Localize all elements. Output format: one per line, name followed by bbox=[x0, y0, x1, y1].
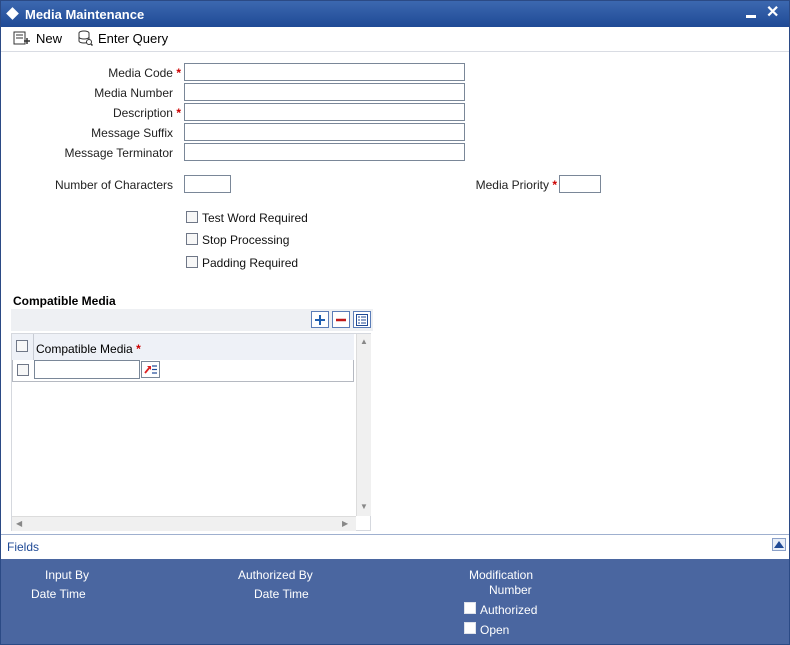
delete-row-button[interactable] bbox=[332, 311, 350, 328]
scroll-right-icon[interactable]: ▶ bbox=[342, 519, 348, 528]
minimize-icon[interactable] bbox=[746, 15, 756, 18]
message-terminator-input[interactable] bbox=[184, 143, 465, 161]
compatible-media-input[interactable] bbox=[34, 360, 140, 379]
media-code-label-text: Media Code bbox=[108, 66, 173, 80]
single-view-button[interactable] bbox=[353, 311, 371, 328]
media-number-input[interactable] bbox=[184, 83, 465, 101]
media-code-label: Media Code * bbox=[41, 66, 181, 80]
required-mark: * bbox=[176, 106, 181, 120]
stop-processing-label: Stop Processing bbox=[202, 233, 290, 247]
message-suffix-label: Message Suffix bbox=[91, 126, 173, 140]
media-priority-label: Media Priority * bbox=[441, 178, 557, 192]
list-view-icon bbox=[356, 313, 368, 326]
plus-icon bbox=[315, 314, 325, 325]
modification-label: Modification bbox=[469, 568, 534, 582]
grid-header: Compatible Media * bbox=[12, 334, 354, 361]
padding-required-checkbox[interactable] bbox=[186, 256, 198, 268]
close-icon[interactable]: ✕ bbox=[766, 4, 779, 22]
horizontal-scrollbar[interactable]: ◀ ▶ bbox=[12, 516, 356, 531]
required-mark: * bbox=[176, 66, 181, 80]
input-date-time-label: Date Time bbox=[31, 587, 86, 601]
description-input[interactable] bbox=[184, 103, 465, 121]
triangle-up-icon bbox=[774, 541, 784, 548]
header-divider bbox=[33, 334, 34, 360]
enter-query-button[interactable]: Enter Query bbox=[77, 29, 168, 47]
open-label: Open bbox=[480, 623, 510, 637]
media-code-input[interactable] bbox=[184, 63, 465, 81]
add-row-button[interactable] bbox=[311, 311, 329, 328]
required-mark: * bbox=[552, 178, 557, 192]
toolbar: New Enter Query bbox=[1, 27, 789, 52]
number-of-characters-input[interactable] bbox=[184, 175, 231, 193]
new-record-icon bbox=[13, 31, 30, 45]
select-all-checkbox[interactable] bbox=[16, 340, 28, 352]
enter-query-label: Enter Query bbox=[98, 30, 169, 46]
new-label: New bbox=[36, 30, 63, 46]
message-terminator-label: Message Terminator bbox=[64, 146, 174, 160]
authorized-label: Authorized bbox=[480, 603, 538, 617]
window-title: Media Maintenance bbox=[25, 7, 145, 22]
minus-icon bbox=[336, 318, 346, 321]
message-suffix-input[interactable] bbox=[184, 123, 465, 141]
window-diamond-icon bbox=[6, 7, 19, 20]
grid-toolbar bbox=[11, 309, 373, 331]
compatible-media-column-header: Compatible Media * bbox=[36, 342, 141, 356]
media-maintenance-window: Media Maintenance ✕ New Enter Query Medi… bbox=[0, 0, 790, 645]
lov-button[interactable] bbox=[141, 361, 160, 378]
test-word-required-label: Test Word Required bbox=[202, 211, 308, 225]
fields-bar: Fields bbox=[1, 534, 789, 560]
vertical-scrollbar[interactable]: ▲ ▼ bbox=[356, 334, 371, 516]
scroll-up-icon[interactable]: ▲ bbox=[360, 337, 368, 346]
authorized-checkbox bbox=[464, 602, 476, 614]
scroll-down-icon[interactable]: ▼ bbox=[360, 502, 368, 511]
open-checkbox bbox=[464, 622, 476, 634]
new-button[interactable]: New bbox=[13, 29, 62, 47]
row-checkbox[interactable] bbox=[17, 364, 29, 376]
stop-processing-checkbox[interactable] bbox=[186, 233, 198, 245]
database-query-icon bbox=[78, 30, 93, 46]
description-label: Description * bbox=[41, 106, 181, 120]
padding-required-label: Padding Required bbox=[202, 256, 299, 270]
table-row bbox=[12, 360, 354, 382]
authorized-by-label: Authorized By bbox=[238, 568, 313, 582]
fields-link[interactable]: Fields bbox=[7, 540, 39, 554]
compatible-media-section-title: Compatible Media bbox=[13, 294, 116, 308]
required-mark: * bbox=[136, 342, 141, 356]
description-label-text: Description bbox=[112, 106, 173, 120]
media-priority-input[interactable] bbox=[559, 175, 601, 193]
authorized-date-time-label: Date Time bbox=[254, 587, 309, 601]
column-header-text: Compatible Media bbox=[36, 342, 133, 356]
audit-footer: Input By Date Time Authorized By Date Ti… bbox=[1, 559, 789, 644]
media-priority-label-text: Media Priority bbox=[475, 178, 549, 192]
collapse-button[interactable] bbox=[772, 538, 786, 551]
number-label: Number bbox=[489, 583, 532, 597]
scroll-left-icon[interactable]: ◀ bbox=[16, 519, 22, 528]
media-number-label: Media Number bbox=[94, 86, 173, 100]
test-word-required-checkbox[interactable] bbox=[186, 211, 198, 223]
input-by-label: Input By bbox=[45, 568, 90, 582]
title-bar: Media Maintenance ✕ bbox=[1, 1, 789, 27]
number-of-characters-label: Number of Characters bbox=[54, 178, 173, 192]
lookup-list-icon bbox=[144, 365, 157, 374]
compatible-media-grid: Compatible Media * ▲ ▼ ◀ ▶ bbox=[11, 333, 371, 531]
